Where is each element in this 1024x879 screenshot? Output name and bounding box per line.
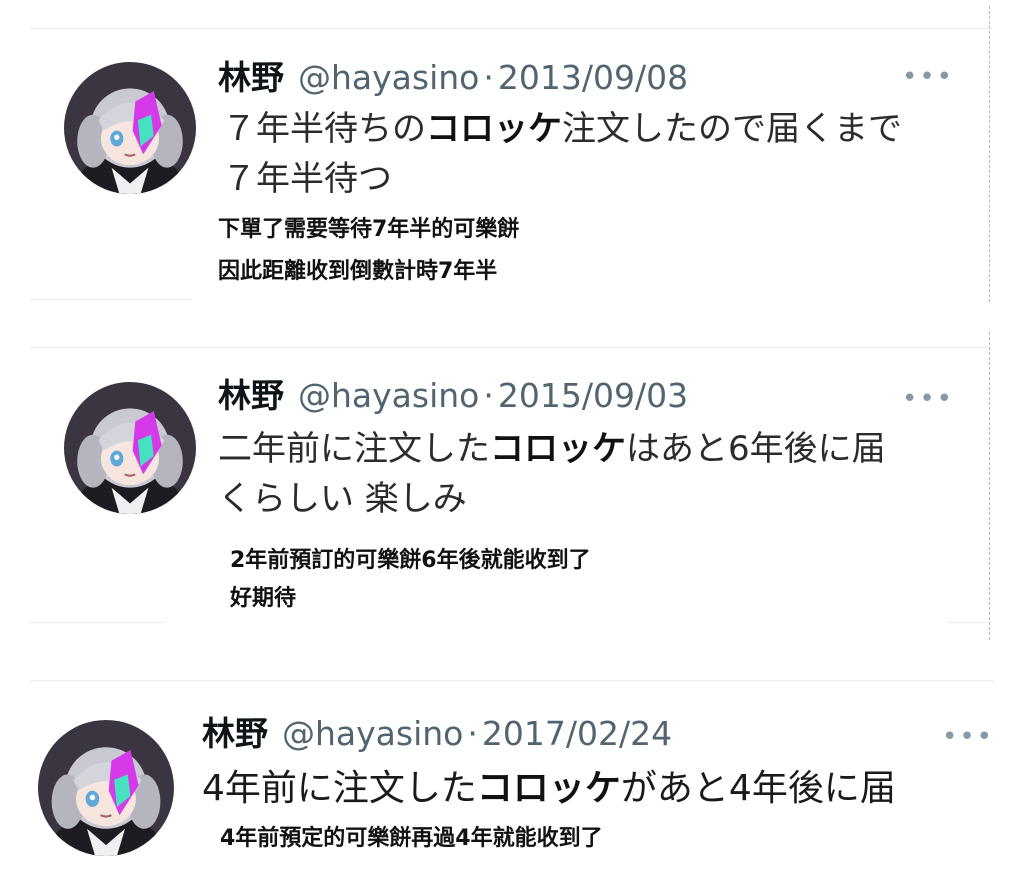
more-horizontal-icon[interactable]: ••• bbox=[902, 386, 954, 412]
separator-dot: · bbox=[483, 376, 494, 415]
bold-word: コロッケ bbox=[490, 429, 626, 469]
tweet-text: 二年前に注文したコロッケはあと6年後に届 くらしい 楽しみ bbox=[218, 429, 886, 519]
tweet-header: 林野 @hayasino · 2017/02/24 bbox=[202, 714, 672, 754]
tweet-date[interactable]: 2013/09/08 bbox=[498, 58, 688, 97]
translation-text: 下單了需要等待7年半的可樂餅 因此距離收到倒數計時7年半 bbox=[218, 217, 520, 284]
divider bbox=[30, 28, 988, 29]
tweet-card[interactable]: 林野 @hayasino · 2015/09/03 ••• 二年前に注文したコロッケは… bbox=[40, 356, 980, 616]
avatar[interactable] bbox=[64, 62, 196, 194]
display-name[interactable]: 林野 bbox=[202, 714, 268, 753]
user-handle[interactable]: @hayasino bbox=[298, 58, 479, 97]
divider bbox=[30, 622, 165, 623]
separator-dot: · bbox=[483, 58, 494, 97]
avatar[interactable] bbox=[64, 382, 196, 514]
avatar[interactable] bbox=[38, 720, 174, 856]
tweet-date[interactable]: 2017/02/24 bbox=[482, 714, 672, 753]
more-horizontal-icon[interactable]: ••• bbox=[942, 724, 994, 750]
divider bbox=[30, 347, 988, 348]
more-horizontal-icon[interactable]: ••• bbox=[902, 64, 954, 90]
divider bbox=[948, 622, 988, 623]
tweet-text: 4年前に注文したコロッケがあと4年後に届 bbox=[202, 768, 896, 809]
bold-word: コロッケ bbox=[426, 109, 562, 149]
tweet-card[interactable]: 林野 @hayasino · 2017/02/24 ••• 4年前に注文したコロッケが… bbox=[20, 690, 995, 879]
divider bbox=[30, 680, 994, 681]
translation-text: 2年前預訂的可樂餅6年後就能收到了 好期待 bbox=[230, 548, 591, 611]
tweet-text: ７年半待ちのコロッケ注文したので届くまで ７年半待つ bbox=[222, 109, 902, 199]
translation-text: 4年前預定的可樂餅再過4年就能收到了 bbox=[220, 826, 603, 851]
tweet-header: 林野 @hayasino · 2013/09/08 bbox=[218, 58, 688, 98]
user-handle[interactable]: @hayasino bbox=[298, 376, 479, 415]
avatar-illustration bbox=[64, 382, 196, 514]
tweet-date[interactable]: 2015/09/03 bbox=[498, 376, 688, 415]
divider bbox=[30, 299, 190, 300]
user-handle[interactable]: @hayasino bbox=[282, 714, 463, 753]
display-name[interactable]: 林野 bbox=[218, 376, 284, 415]
avatar-illustration bbox=[64, 62, 196, 194]
divider bbox=[989, 6, 990, 302]
tweet-header: 林野 @hayasino · 2015/09/03 bbox=[218, 376, 688, 416]
avatar-illustration bbox=[38, 720, 174, 856]
tweet-card[interactable]: 林野 @hayasino · 2013/09/08 ••• ７年半待ちのコロッケ注文し… bbox=[40, 40, 980, 295]
tweet-collage: 林野 @hayasino · 2013/09/08 ••• ７年半待ちのコロッケ注文し… bbox=[0, 0, 1024, 879]
divider bbox=[989, 332, 990, 640]
display-name[interactable]: 林野 bbox=[218, 58, 284, 97]
bold-word: コロッケ bbox=[476, 768, 621, 809]
separator-dot: · bbox=[467, 714, 478, 753]
